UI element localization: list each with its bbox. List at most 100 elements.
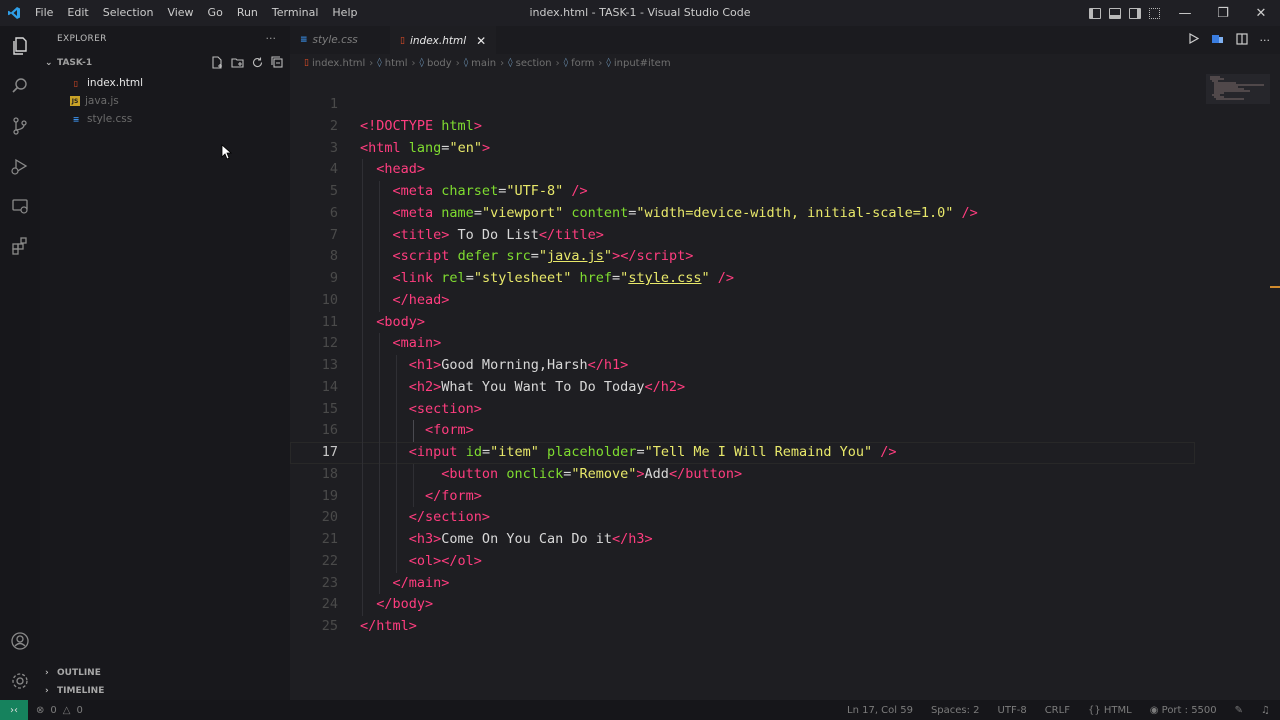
minimap[interactable] <box>1206 74 1270 104</box>
chevron-right-icon: › <box>598 57 603 69</box>
tab-index-html[interactable]: ▯ index.html ✕ <box>390 26 497 54</box>
line-content: <link rel="stylesheet" href="style.css" … <box>392 270 735 286</box>
sidebar-title: EXPLORER <box>57 34 107 44</box>
run-debug-icon[interactable] <box>0 146 40 186</box>
problems-indicator[interactable]: ⊗ 0 △ 0 <box>36 705 83 716</box>
explorer-icon[interactable] <box>0 26 40 66</box>
breadcrumb-item[interactable]: form <box>571 58 594 69</box>
line-content: </body> <box>376 596 434 613</box>
indentation[interactable]: Spaces: 2 <box>931 705 980 716</box>
new-file-icon[interactable] <box>210 55 224 69</box>
line-content: <button onclick="Remove">Add</button> <box>441 465 743 482</box>
breadcrumb-item[interactable]: index.html <box>312 58 365 69</box>
menu-edit[interactable]: Edit <box>60 0 95 26</box>
code-line: 5 <meta charset="UTF-8" /> <box>290 181 1195 203</box>
html-file-icon: ▯ <box>304 58 309 68</box>
end-of-line[interactable]: CRLF <box>1045 705 1070 716</box>
settings-gear-icon[interactable] <box>0 661 40 701</box>
remote-explorer-icon[interactable] <box>0 186 40 226</box>
search-icon[interactable] <box>0 66 40 106</box>
feedback-icon[interactable]: ✎ <box>1235 705 1243 716</box>
outline-pane[interactable]: › OUTLINE <box>40 664 290 682</box>
tab-label: style.css <box>312 34 358 46</box>
menu-selection[interactable]: Selection <box>96 0 161 26</box>
file-label: style.css <box>87 113 133 125</box>
menu-terminal[interactable]: Terminal <box>265 0 326 26</box>
menu-file[interactable]: File <box>28 0 60 26</box>
status-right: Ln 17, Col 59 Spaces: 2 UTF-8 CRLF {} HT… <box>847 700 1270 720</box>
element-icon: ◊ <box>463 58 469 68</box>
more-actions-icon[interactable]: ··· <box>266 32 277 45</box>
notifications-bell-icon[interactable]: ♫ <box>1261 705 1270 716</box>
language-mode[interactable]: {} HTML <box>1088 705 1132 716</box>
editor-area: ≡ style.css ▯ index.html ✕ ··· ▯ index.h… <box>290 26 1280 700</box>
vscode-logo-icon <box>0 0 28 26</box>
breadcrumb-item[interactable]: input#item <box>614 58 671 69</box>
close-window-icon[interactable]: ✕ <box>1242 0 1280 26</box>
breadcrumb-item[interactable]: section <box>516 58 552 69</box>
line-content: <ol></ol> <box>408 552 482 569</box>
html-file-icon: ▯ <box>73 78 79 88</box>
line-number: 21 <box>321 531 338 547</box>
code-line: 12 <main> <box>290 333 1195 355</box>
code-editor[interactable]: 1 2 <!DOCTYPE html> 3 <html lang="en"> 4 <… <box>290 94 1195 638</box>
refresh-icon[interactable] <box>250 55 264 69</box>
menu-help[interactable]: Help <box>325 0 364 26</box>
encoding[interactable]: UTF-8 <box>998 705 1027 716</box>
line-number: 15 <box>321 400 338 417</box>
toggle-secondary-sidebar-icon[interactable] <box>1129 7 1141 19</box>
line-number: 25 <box>321 618 338 634</box>
collapse-all-icon[interactable] <box>270 55 284 69</box>
line-number: 23 <box>321 574 338 591</box>
broadcast-icon: ◉ <box>1149 704 1159 716</box>
file-label: java.js <box>85 95 119 107</box>
file-index-html[interactable]: ▯ index.html <box>40 74 290 92</box>
folder-task-1[interactable]: ⌄ TASK-1 <box>40 52 290 74</box>
account-icon[interactable] <box>0 621 40 661</box>
js-file-icon: JS <box>70 96 80 106</box>
remote-indicator-icon[interactable]: ›‹ <box>0 700 28 720</box>
minimize-icon[interactable]: — <box>1166 0 1204 26</box>
new-folder-icon[interactable] <box>230 55 244 69</box>
menu-view[interactable]: View <box>160 0 200 26</box>
menu-run[interactable]: Run <box>230 0 265 26</box>
line-content: <!DOCTYPE html> <box>360 117 482 134</box>
file-style-css[interactable]: ≡ style.css <box>40 110 290 128</box>
breadcrumb-item[interactable]: main <box>471 58 496 69</box>
chevron-down-icon: ⌄ <box>45 58 53 68</box>
live-server-port[interactable]: ◉ Port : 5500 <box>1150 705 1217 716</box>
timeline-pane[interactable]: › TIMELINE <box>40 682 290 700</box>
code-line: 9 <link rel="stylesheet" href="style.css… <box>290 268 1195 290</box>
line-content: <h3>Come On You Can Do it</h3> <box>408 531 653 547</box>
code-line: 18 <button onclick="Remove">Add</button> <box>290 463 1195 486</box>
cursor-position[interactable]: Ln 17, Col 59 <box>847 705 913 716</box>
toggle-primary-sidebar-icon[interactable] <box>1089 7 1101 19</box>
split-editor-icon[interactable] <box>1235 32 1248 48</box>
code-line: 4 <head> <box>290 159 1195 181</box>
customize-layout-icon[interactable] <box>1149 7 1160 19</box>
extensions-icon[interactable] <box>0 226 40 266</box>
toggle-panel-icon[interactable] <box>1109 7 1121 19</box>
source-control-icon[interactable] <box>0 106 40 146</box>
line-number: 20 <box>321 509 338 526</box>
line-content: </head> <box>392 291 450 308</box>
menu-go[interactable]: Go <box>201 0 230 26</box>
line-content: </section> <box>408 509 491 526</box>
more-editor-actions-icon[interactable]: ··· <box>1260 34 1271 47</box>
tab-style-css[interactable]: ≡ style.css <box>290 26 390 54</box>
line-content: <h2>What You Want To Do Today</h2> <box>408 378 686 395</box>
restore-icon[interactable]: ❐ <box>1204 0 1242 26</box>
file-java-js[interactable]: JS java.js <box>40 92 290 110</box>
breadcrumb-item[interactable]: html <box>385 58 408 69</box>
line-number: 7 <box>329 226 338 243</box>
code-line: 15 <section> <box>290 398 1195 421</box>
close-tab-icon[interactable]: ✕ <box>476 34 486 48</box>
code-line: 22 <ol></ol> <box>290 550 1195 573</box>
line-content: <form> <box>425 422 474 439</box>
live-preview-icon[interactable] <box>1211 33 1224 48</box>
run-icon[interactable] <box>1188 32 1199 47</box>
error-count: 0 <box>50 704 57 716</box>
line-content: <meta charset="UTF-8" /> <box>392 183 588 199</box>
file-label: index.html <box>87 77 143 89</box>
breadcrumb-item[interactable]: body <box>427 58 452 69</box>
